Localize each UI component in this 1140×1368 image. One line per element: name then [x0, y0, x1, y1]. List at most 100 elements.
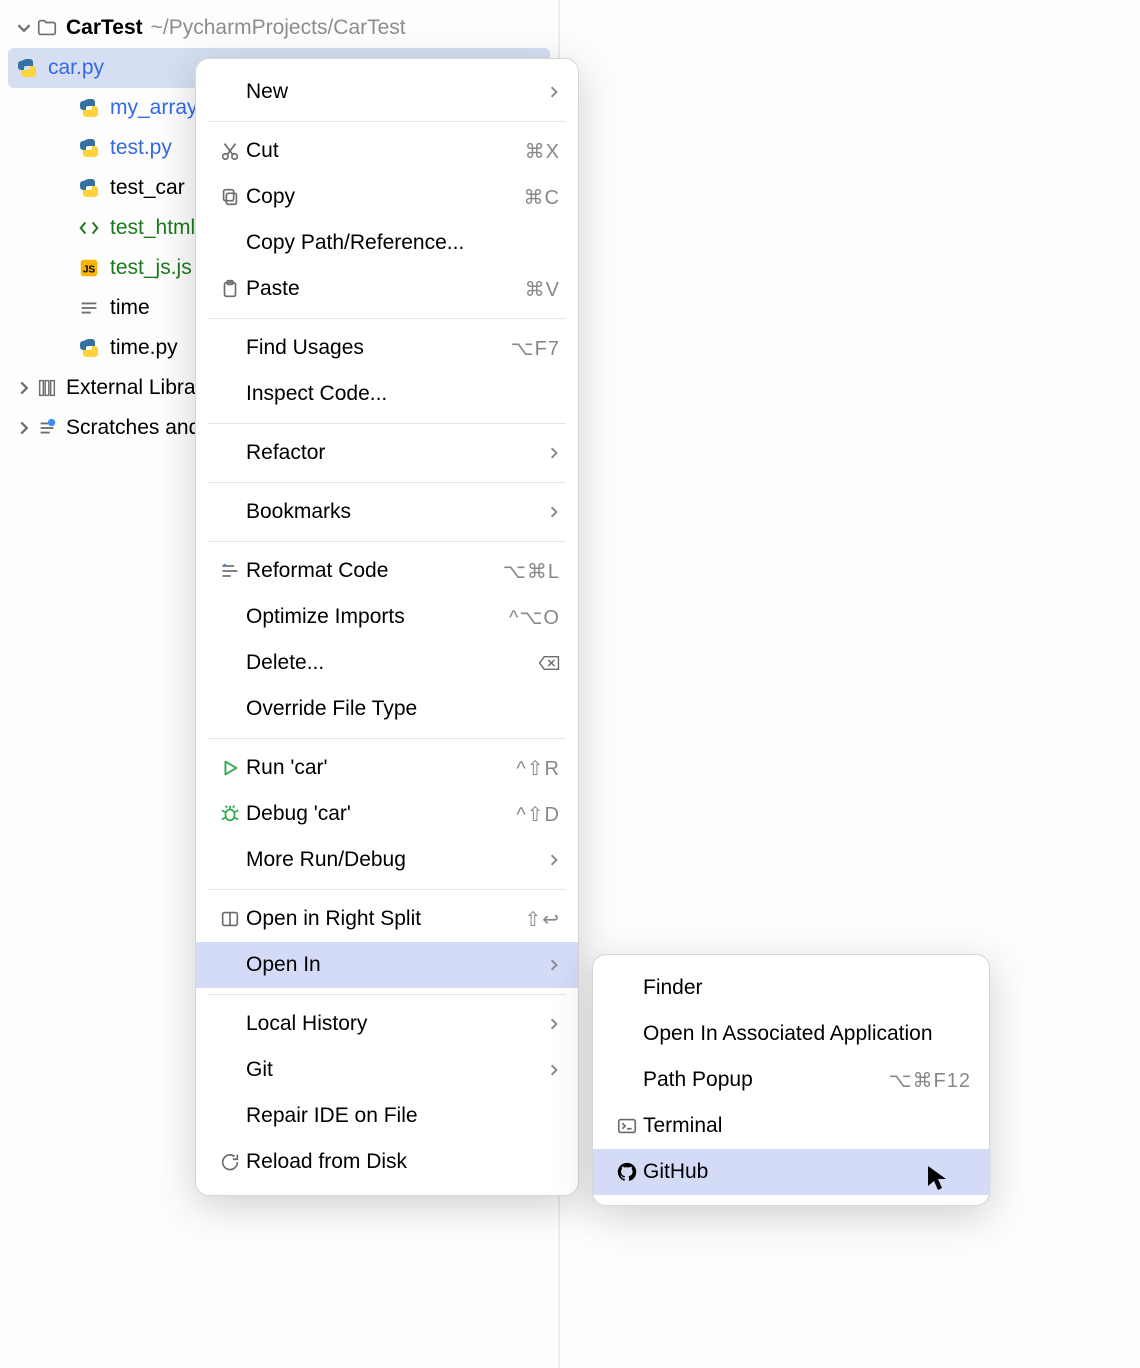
py-icon: [76, 335, 102, 361]
menu-item[interactable]: Open In: [196, 942, 578, 988]
menu-item-label: Open in Right Split: [246, 907, 524, 931]
file-name: test_js.js: [110, 256, 192, 280]
tree-root[interactable]: CarTest ~/PycharmProjects/CarTest: [0, 8, 558, 48]
menu-separator: [208, 318, 566, 319]
menu-item-label: Path Popup: [643, 1068, 888, 1092]
menu-item[interactable]: Find Usages⌥F7: [196, 325, 578, 371]
paste-icon: [214, 278, 246, 300]
folder-icon: [34, 15, 60, 41]
html-icon: [76, 215, 102, 241]
mouse-cursor: [926, 1164, 948, 1192]
menu-item[interactable]: Git: [196, 1047, 578, 1093]
menu-shortcut: ^⇧R: [516, 756, 560, 781]
file-name: test_html: [110, 216, 195, 240]
menu-item[interactable]: Paste⌘V: [196, 266, 578, 312]
menu-item-label: More Run/Debug: [246, 848, 538, 872]
menu-shortcut: ⌘X: [525, 139, 560, 164]
file-name: time: [110, 296, 150, 320]
menu-item[interactable]: Open in Right Split⇧↩: [196, 896, 578, 942]
chevron-right-icon: [14, 381, 34, 395]
menu-item[interactable]: Copy Path/Reference...: [196, 220, 578, 266]
menu-separator: [208, 738, 566, 739]
chevron-down-icon: [14, 21, 34, 35]
menu-item-label: Find Usages: [246, 336, 511, 360]
menu-item-label: Git: [246, 1058, 538, 1082]
menu-item[interactable]: Local History: [196, 1001, 578, 1047]
menu-shortcut: ⌥⌘L: [503, 559, 560, 584]
menu-shortcut: ⌥⌘F12: [888, 1068, 971, 1093]
file-name: test.py: [110, 136, 172, 160]
root-path: ~/PycharmProjects/CarTest: [151, 16, 406, 40]
menu-separator: [208, 482, 566, 483]
menu-shortcut: ^⌥O: [509, 605, 560, 630]
menu-item-label: Reformat Code: [246, 559, 503, 583]
file-name: time.py: [110, 336, 178, 360]
menu-item[interactable]: Inspect Code...: [196, 371, 578, 417]
menu-item-label: Inspect Code...: [246, 382, 560, 406]
menu-item[interactable]: Override File Type: [196, 686, 578, 732]
menu-item[interactable]: Reload from Disk: [196, 1139, 578, 1185]
chevron-right-icon: [548, 506, 560, 518]
menu-separator: [208, 121, 566, 122]
menu-item-label: New: [246, 80, 538, 104]
menu-shortcut: ⇧↩: [524, 907, 560, 932]
menu-separator: [208, 889, 566, 890]
menu-item[interactable]: Reformat Code⌥⌘L: [196, 548, 578, 594]
menu-separator: [208, 541, 566, 542]
menu-item[interactable]: More Run/Debug: [196, 837, 578, 883]
delete-icon: [538, 654, 560, 672]
copy-icon: [214, 186, 246, 208]
debug-icon: [214, 803, 246, 825]
file-name: test_car: [110, 176, 185, 200]
menu-item[interactable]: Terminal: [593, 1103, 989, 1149]
split-icon: [214, 908, 246, 930]
scratches-icon: [34, 415, 60, 441]
menu-item[interactable]: Refactor: [196, 430, 578, 476]
menu-item-label: Finder: [643, 976, 971, 1000]
menu-item[interactable]: Debug 'car'^⇧D: [196, 791, 578, 837]
svg-text:JS: JS: [83, 265, 96, 276]
menu-item[interactable]: Delete...: [196, 640, 578, 686]
context-menu: NewCut⌘XCopy⌘CCopy Path/Reference...Past…: [195, 58, 579, 1196]
menu-item[interactable]: New: [196, 69, 578, 115]
file-name: car.py: [48, 56, 104, 80]
menu-shortcut: ^⇧D: [516, 802, 560, 827]
chevron-right-icon: [548, 86, 560, 98]
menu-item-label: Refactor: [246, 441, 538, 465]
terminal-icon: [611, 1115, 643, 1137]
reload-icon: [214, 1151, 246, 1173]
menu-item-label: Bookmarks: [246, 500, 538, 524]
menu-item-label: Reload from Disk: [246, 1150, 560, 1174]
cut-icon: [214, 140, 246, 162]
menu-item-label: Run 'car': [246, 756, 516, 780]
py-icon: [76, 95, 102, 121]
menu-item-label: Repair IDE on File: [246, 1104, 560, 1128]
menu-separator: [208, 423, 566, 424]
py-icon: [76, 135, 102, 161]
menu-shortcut: ⌘V: [525, 277, 560, 302]
menu-item[interactable]: Finder: [593, 965, 989, 1011]
menu-item-label: Paste: [246, 277, 525, 301]
menu-item[interactable]: Optimize Imports^⌥O: [196, 594, 578, 640]
menu-item[interactable]: Copy⌘C: [196, 174, 578, 220]
menu-item[interactable]: Cut⌘X: [196, 128, 578, 174]
menu-item[interactable]: Open In Associated Application: [593, 1011, 989, 1057]
library-icon: [34, 375, 60, 401]
py-icon: [14, 55, 40, 81]
file-name: my_array: [110, 96, 198, 120]
chevron-right-icon: [14, 421, 34, 435]
menu-shortcut: ⌥F7: [511, 336, 560, 361]
chevron-right-icon: [548, 1064, 560, 1076]
menu-item-label: Local History: [246, 1012, 538, 1036]
reformat-icon: [214, 561, 246, 581]
menu-item-label: Delete...: [246, 651, 538, 675]
js-icon: JS: [76, 255, 102, 281]
text-icon: [76, 295, 102, 321]
menu-item[interactable]: Run 'car'^⇧R: [196, 745, 578, 791]
py-icon: [76, 175, 102, 201]
menu-item-label: Override File Type: [246, 697, 560, 721]
menu-item[interactable]: Path Popup⌥⌘F12: [593, 1057, 989, 1103]
menu-item[interactable]: Bookmarks: [196, 489, 578, 535]
menu-separator: [208, 994, 566, 995]
menu-item[interactable]: Repair IDE on File: [196, 1093, 578, 1139]
